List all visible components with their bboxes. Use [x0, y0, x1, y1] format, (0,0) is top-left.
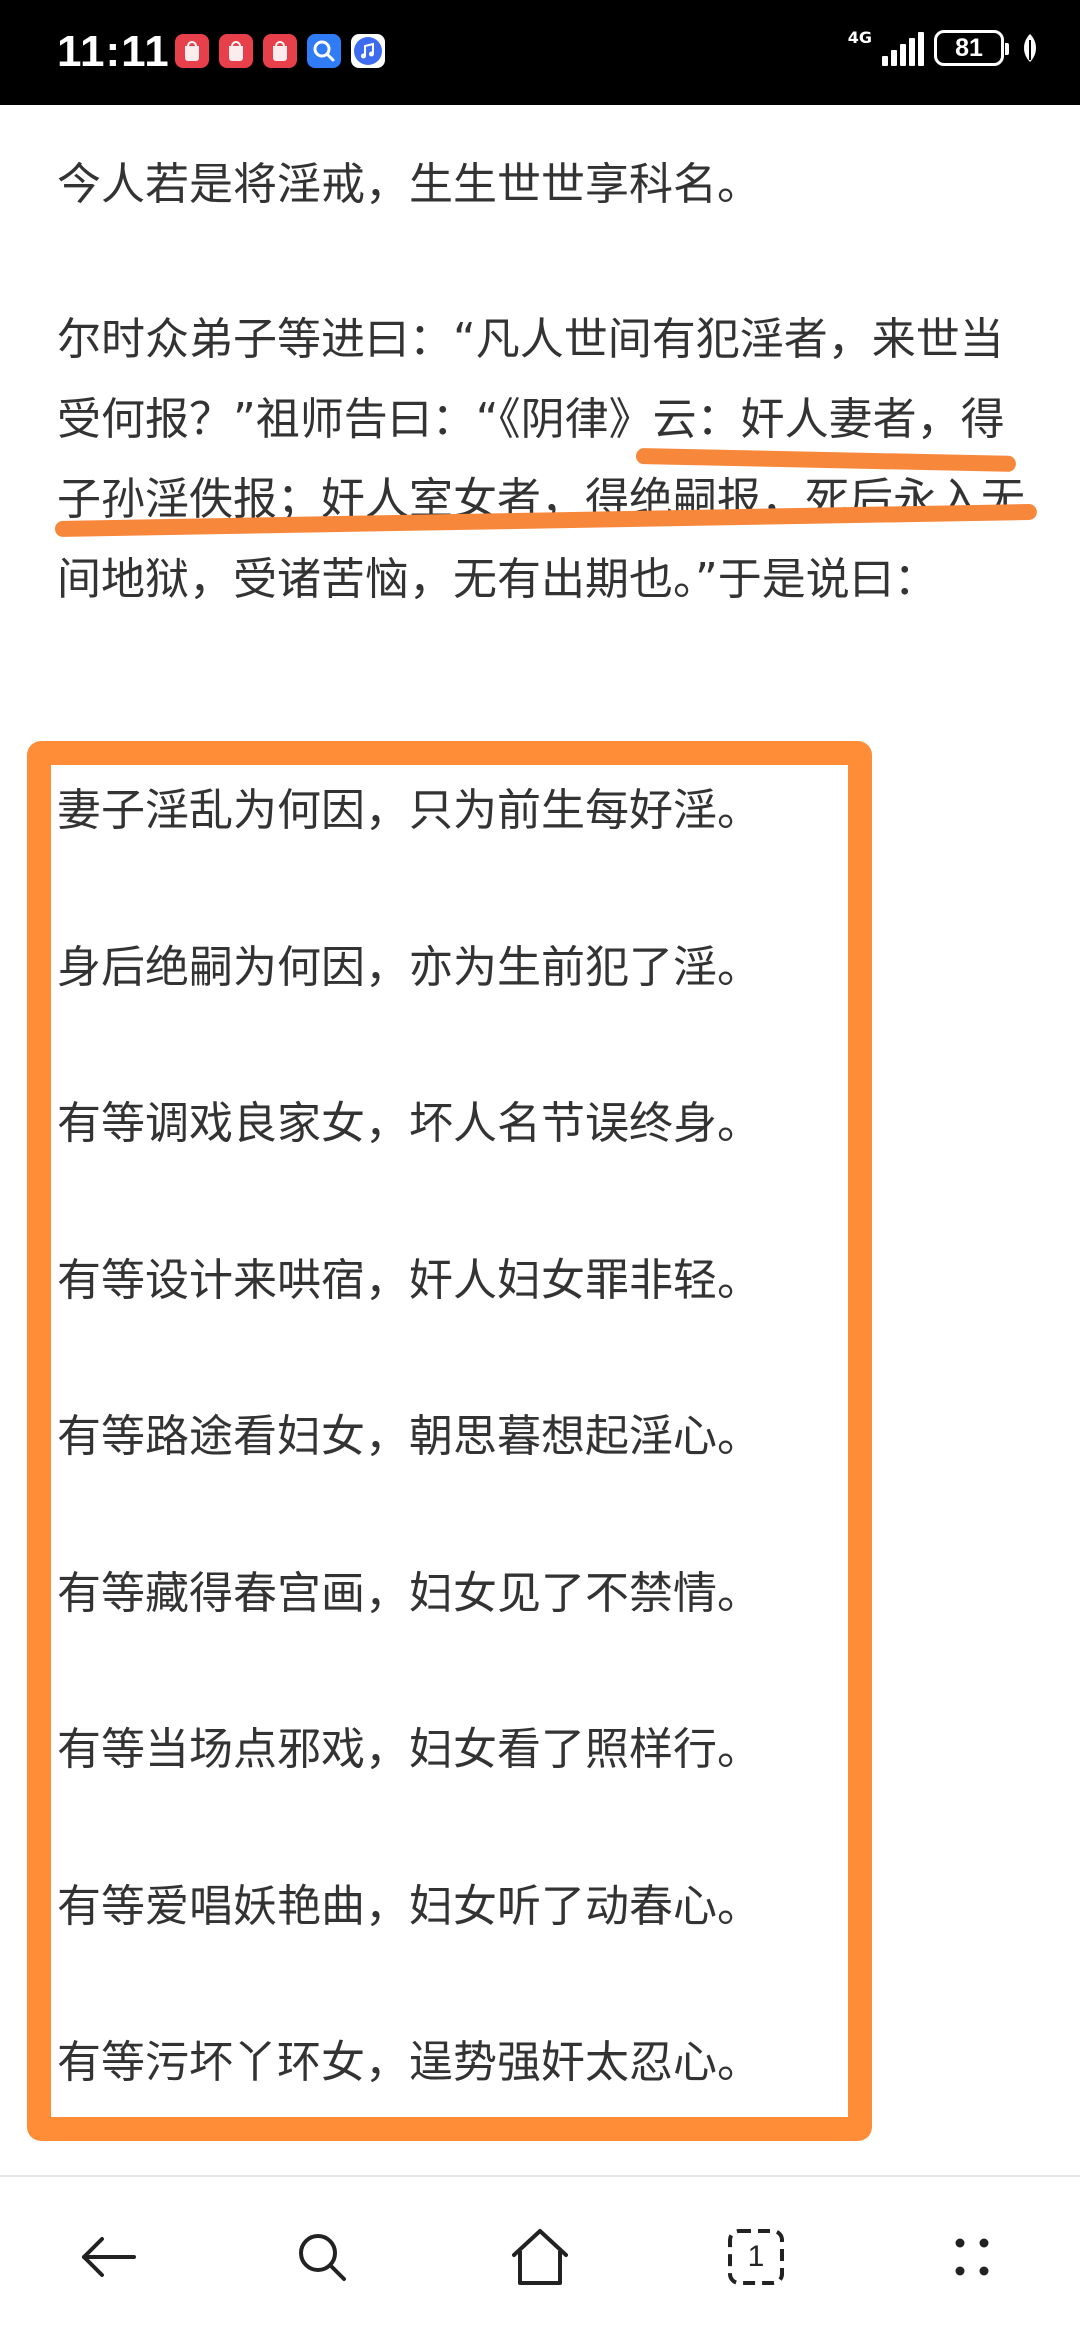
- search-icon: [307, 34, 341, 68]
- back-button[interactable]: [68, 2217, 148, 2297]
- menu-button[interactable]: [932, 2217, 1012, 2297]
- verse-line: 妻子淫乱为何因，只为前生每好淫。: [57, 785, 761, 836]
- verse-line: 有等爱唱妖艳曲，妇女听了动春心。: [57, 1880, 761, 1932]
- tabs-icon: 1: [727, 2228, 785, 2286]
- bottom-nav: 1: [0, 2175, 1080, 2340]
- status-time: 11:11: [57, 27, 170, 76]
- verse-list: 妻子淫乱为何因，只为前生每好淫。 身后绝嗣为何因，亦为生前犯了淫。 有等调戏良家…: [57, 785, 761, 2194]
- home-icon: [512, 2229, 568, 2285]
- notification-icons: [175, 34, 385, 68]
- verse-line: 有等路途看妇女，朝思暮想起淫心。: [57, 1411, 761, 1462]
- tabs-button[interactable]: 1: [716, 2217, 796, 2297]
- status-indicators: 4G 81: [848, 30, 1040, 66]
- search-icon: [299, 2234, 346, 2281]
- verse-line: 有等调戏良家女，坏人名节误终身。: [57, 1098, 761, 1149]
- verse-line: 身后绝嗣为何因，亦为生前犯了淫。: [57, 941, 761, 993]
- article-content: 今人若是将淫戒，生生世世享科名。 尔时众弟子等进曰：“凡人世间有犯淫者，来世当受…: [0, 105, 1080, 2175]
- battery-level: 81: [955, 33, 983, 62]
- article-paragraph: 今人若是将淫戒，生生世世享科名。: [57, 159, 761, 210]
- network-type: 4G: [847, 28, 872, 47]
- verse-line: 有等当场点邪戏，妇女看了照样行。: [57, 1724, 761, 1775]
- home-button[interactable]: [500, 2217, 580, 2297]
- huawei-icon: [175, 34, 209, 68]
- signal-icon: [882, 30, 924, 66]
- screen: 11:11 4G 81 今人若是将淫戒，生生世世享科名。 尔时众弟子等进曰：“凡…: [0, 0, 1080, 2340]
- menu-icon: [955, 2238, 989, 2276]
- leaf-icon: [1024, 34, 1036, 62]
- huawei-icon: [219, 34, 253, 68]
- status-bar: 11:11 4G 81: [0, 0, 1080, 105]
- search-button[interactable]: [282, 2217, 362, 2297]
- huawei-icon: [263, 34, 297, 68]
- verse-line: 有等污坏丫环女，逞势强奸太忍心。: [57, 2037, 761, 2088]
- back-arrow-icon: [82, 2237, 136, 2277]
- verse-line: 有等藏得春宫画，妇女见了不禁情。: [57, 1567, 761, 1619]
- music-icon: [351, 34, 385, 68]
- battery-icon: 81: [934, 30, 1009, 66]
- verse-line: 有等设计来哄宿，奸人妇女罪非轻。: [57, 1254, 761, 1306]
